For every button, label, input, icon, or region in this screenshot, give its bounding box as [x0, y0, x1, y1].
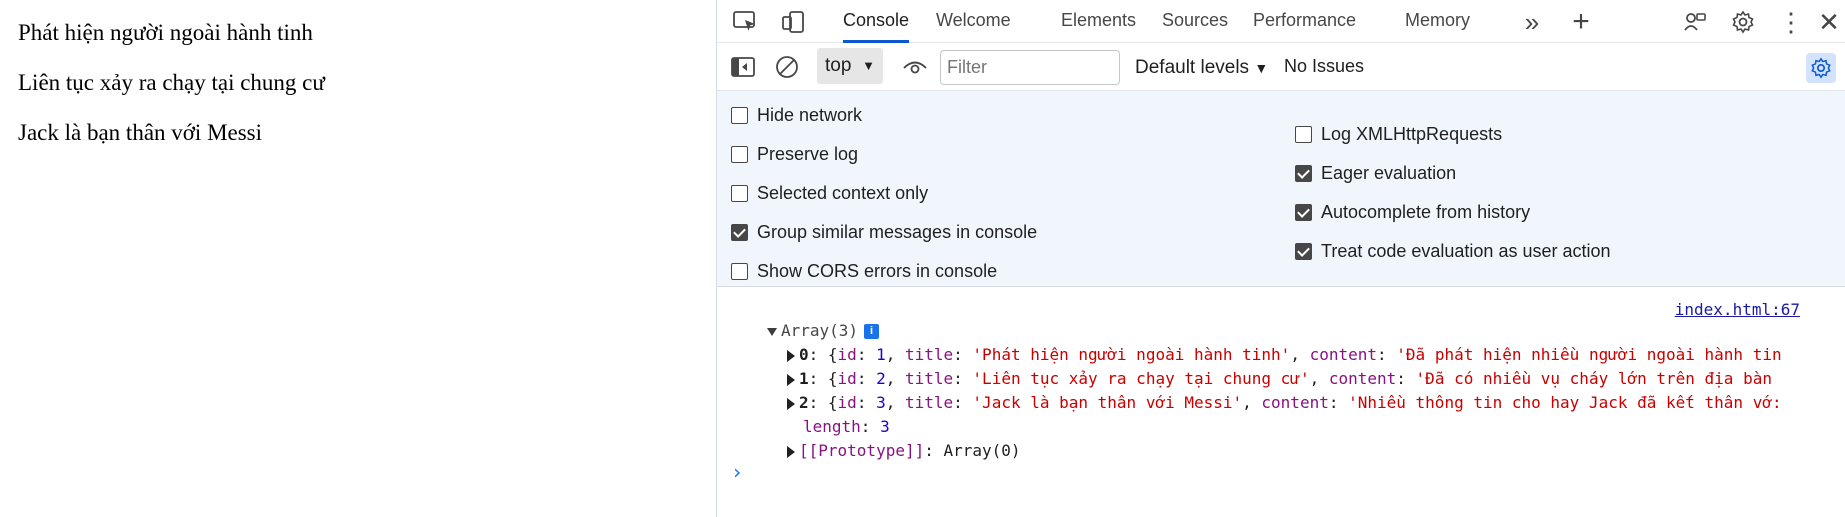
option-label: Log XMLHttpRequests	[1321, 123, 1503, 144]
log-xmlhttprequests-option[interactable]: Log XMLHttpRequests	[1295, 122, 1502, 146]
item-content: 'Nhiều thông tin cho hay Jack đã kết thâ…	[1348, 393, 1782, 412]
item-title: 'Liên tục xảy ra chạy tại chung cư'	[972, 369, 1310, 388]
console-settings-pane: Hide network Preserve log Selected conte…	[717, 91, 1845, 287]
option-label: Hide network	[757, 104, 863, 125]
item-title: 'Jack là bạn thân với Messi'	[972, 393, 1243, 412]
expand-triangle-icon[interactable]	[787, 445, 795, 458]
option-label: Eager evaluation	[1321, 162, 1457, 183]
context-value: top	[825, 55, 852, 76]
collapse-triangle-icon[interactable]	[767, 327, 777, 336]
item-id: 2	[876, 369, 886, 388]
checkbox-checked[interactable]	[731, 223, 748, 241]
checkbox[interactable]	[731, 145, 748, 163]
more-tabs-icon[interactable]: »	[1518, 7, 1546, 37]
expand-triangle-icon[interactable]	[787, 397, 795, 410]
item-index: 1	[799, 369, 809, 388]
live-expression-eye-icon[interactable]	[901, 53, 929, 81]
log-levels-label: Default levels	[1135, 57, 1250, 78]
console-output: index.html:67 Array(3) i 0: {id: 1, title…	[717, 288, 1845, 517]
item-index: 2	[799, 393, 809, 412]
tab-performance[interactable]: Performance	[1253, 0, 1356, 43]
headline-3: Jack là bạn thân với Messi	[18, 120, 263, 145]
checkbox-checked[interactable]	[1295, 164, 1312, 182]
sidebar-toggle-icon[interactable]	[729, 53, 757, 81]
customize-icon[interactable]	[1681, 8, 1709, 36]
treat-code-eval-option[interactable]: Treat code evaluation as user action	[1295, 239, 1611, 263]
info-icon[interactable]: i	[864, 324, 880, 339]
issues-counter[interactable]: No Issues	[1284, 44, 1364, 91]
clear-console-icon[interactable]	[773, 53, 801, 81]
expand-triangle-icon[interactable]	[787, 349, 795, 362]
array-length: length: 3	[803, 417, 890, 436]
selected-context-only-option[interactable]: Selected context only	[731, 181, 928, 205]
prototype-key: [[Prototype]]	[799, 441, 925, 460]
checkbox-checked[interactable]	[1295, 242, 1312, 260]
autocomplete-history-option[interactable]: Autocomplete from history	[1295, 200, 1530, 224]
caret-down-icon: ▼	[1254, 60, 1269, 76]
array-prototype[interactable]: [[Prototype]]: Array(0)	[787, 440, 1021, 462]
tab-elements[interactable]: Elements	[1061, 0, 1136, 43]
option-label: Selected context only	[757, 182, 929, 203]
prototype-value: Array(0)	[943, 441, 1021, 460]
tab-sources[interactable]: Sources	[1162, 0, 1228, 43]
checkbox[interactable]	[731, 106, 748, 124]
option-label: Preserve log	[757, 143, 859, 164]
add-tab-icon[interactable]: +	[1567, 5, 1595, 38]
web-page: Phát hiện người ngoài hành tinh Liên tục…	[0, 0, 716, 517]
close-icon[interactable]: ✕	[1815, 7, 1843, 37]
item-title: 'Phát hiện người ngoài hành tinh'	[972, 345, 1291, 364]
item-content: 'Đã có nhiều vụ cháy lớn trên địa bàn	[1415, 369, 1772, 388]
option-label: Group similar messages in console	[757, 221, 1038, 242]
item-id: 1	[876, 345, 886, 364]
hide-network-option[interactable]: Hide network	[731, 103, 862, 127]
context-selector[interactable]: top ▼	[817, 48, 883, 84]
length-key: length	[803, 417, 861, 436]
checkbox[interactable]	[731, 184, 748, 202]
array-item-1[interactable]: 1: {id: 2, title: 'Liên tục xảy ra chạy …	[787, 368, 1772, 390]
array-label: Array(3)	[781, 321, 859, 340]
option-label: Show CORS errors in console	[757, 260, 998, 281]
checkbox-checked[interactable]	[1295, 203, 1312, 221]
checkbox[interactable]	[731, 262, 748, 280]
filter-input[interactable]	[940, 50, 1120, 85]
array-item-0[interactable]: 0: {id: 1, title: 'Phát hiện người ngoài…	[787, 344, 1782, 366]
source-link[interactable]: index.html:67	[1675, 300, 1800, 319]
item-id: 3	[876, 393, 886, 412]
array-header[interactable]: Array(3) i	[767, 320, 880, 342]
log-levels-dropdown[interactable]: Default levels ▼	[1135, 44, 1268, 91]
settings-gear-icon[interactable]	[1729, 8, 1757, 36]
array-item-2[interactable]: 2: {id: 3, title: 'Jack là bạn thân với …	[787, 392, 1782, 414]
inspect-element-icon[interactable]	[731, 8, 759, 36]
option-label: Autocomplete from history	[1321, 201, 1531, 222]
devtools-panel: Console Welcome Elements Sources Perform…	[716, 0, 1845, 517]
show-cors-errors-option[interactable]: Show CORS errors in console	[731, 259, 997, 283]
headline-2: Liên tục xảy ra chạy tại chung cư	[18, 70, 325, 95]
headline-1: Phát hiện người ngoài hành tinh	[18, 20, 313, 45]
device-toolbar-icon[interactable]	[779, 8, 807, 36]
tab-welcome[interactable]: Welcome	[936, 0, 1011, 43]
item-index: 0	[799, 345, 809, 364]
devtools-tabbar: Console Welcome Elements Sources Perform…	[717, 0, 1845, 43]
tab-memory[interactable]: Memory	[1405, 0, 1470, 43]
length-value: 3	[880, 417, 890, 436]
console-toolbar: top ▼ Default levels ▼ No Issues	[717, 44, 1845, 91]
console-settings-gear-icon[interactable]	[1806, 53, 1836, 83]
caret-down-icon: ▼	[862, 58, 875, 73]
tab-console[interactable]: Console	[843, 0, 910, 43]
console-prompt-icon[interactable]: ›	[731, 460, 743, 484]
option-label: Treat code evaluation as user action	[1321, 240, 1611, 261]
checkbox[interactable]	[1295, 125, 1312, 143]
eager-evaluation-option[interactable]: Eager evaluation	[1295, 161, 1456, 185]
expand-triangle-icon[interactable]	[787, 373, 795, 386]
preserve-log-option[interactable]: Preserve log	[731, 142, 858, 166]
item-content: 'Đã phát hiện nhiều người ngoài hành tin	[1396, 345, 1782, 364]
more-options-icon[interactable]: ⋮	[1777, 7, 1805, 37]
group-similar-option[interactable]: Group similar messages in console	[731, 220, 1037, 244]
